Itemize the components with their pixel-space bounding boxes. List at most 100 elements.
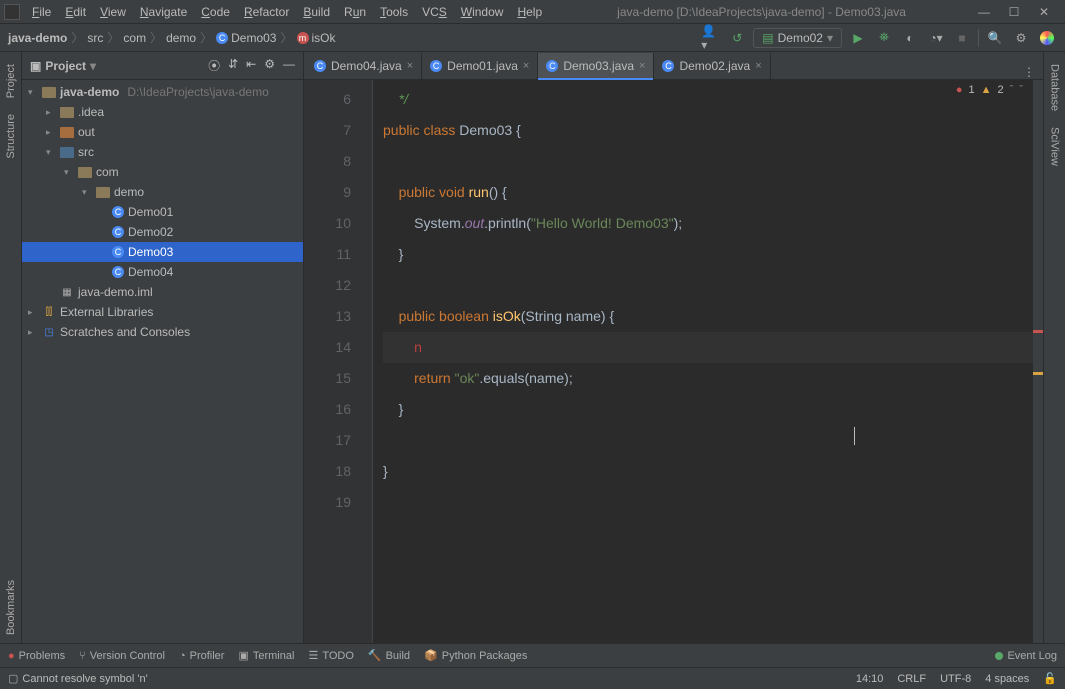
class-icon: C — [314, 60, 326, 72]
close-icon[interactable]: × — [407, 60, 413, 72]
tab-demo03[interactable]: CDemo03.java× — [538, 53, 654, 79]
menu-vcs[interactable]: VCS — [416, 3, 453, 21]
add-user-icon[interactable]: 👤▾ — [701, 28, 721, 48]
tree-scratches[interactable]: ▸◳Scratches and Consoles — [22, 322, 303, 342]
close-icon[interactable]: × — [523, 60, 529, 72]
todo-tab[interactable]: ☰TODO — [308, 649, 353, 662]
profile-button[interactable]: ◔▾ — [926, 28, 946, 48]
code-content[interactable]: */public class Demo03 { public void run(… — [373, 80, 1033, 643]
menu-build[interactable]: Build — [297, 3, 336, 21]
menu-run[interactable]: Run — [338, 3, 372, 21]
tab-demo04[interactable]: CDemo04.java× — [306, 53, 422, 79]
select-opened-icon[interactable]: ⦿ — [208, 57, 220, 74]
tree-com[interactable]: ▾com — [22, 162, 303, 182]
fold-gutter[interactable] — [359, 80, 373, 643]
menu-code[interactable]: Code — [195, 3, 236, 21]
project-tree[interactable]: ▾ java-demoD:\IdeaProjects\java-demo ▸.i… — [22, 80, 303, 643]
crumb-class[interactable]: CDemo03 — [216, 31, 276, 45]
menu-tools[interactable]: Tools — [374, 3, 414, 21]
database-tool-tab[interactable]: Database — [1047, 56, 1063, 119]
package-icon: 📦 — [424, 649, 438, 662]
menu-file[interactable]: File — [26, 3, 57, 21]
menu-help[interactable]: Help — [511, 3, 548, 21]
build-tab[interactable]: 🔨Build — [368, 649, 410, 662]
terminal-tab[interactable]: ▣Terminal — [238, 649, 294, 662]
tree-iml[interactable]: ▦java-demo.iml — [22, 282, 303, 302]
tree-idea[interactable]: ▸.idea — [22, 102, 303, 122]
method-icon: m — [297, 32, 309, 44]
statusbar: ▢ Cannot resolve symbol 'n' 14:10 CRLF U… — [0, 667, 1065, 689]
menu-refactor[interactable]: Refactor — [238, 3, 295, 21]
search-icon[interactable]: 🔍 — [985, 28, 1005, 48]
panel-settings-icon[interactable]: ⚙ — [264, 57, 275, 74]
tree-ext-lib[interactable]: ▸⫿⫿External Libraries — [22, 302, 303, 322]
close-icon[interactable]: × — [755, 60, 761, 72]
expand-all-icon[interactable]: ⇵ — [228, 57, 238, 74]
python-packages-tab[interactable]: 📦Python Packages — [424, 649, 527, 662]
sciview-tool-tab[interactable]: SciView — [1047, 119, 1063, 174]
profiler-tab[interactable]: ◔Profiler — [179, 650, 225, 662]
tree-src[interactable]: ▾src — [22, 142, 303, 162]
class-icon: C — [112, 266, 124, 278]
event-log-tab[interactable]: Event Log — [995, 650, 1057, 662]
tree-file-demo02[interactable]: CDemo02 — [22, 222, 303, 242]
crumb-com[interactable]: com — [123, 31, 146, 45]
run-button[interactable]: ▶ — [848, 28, 868, 48]
settings-icon[interactable]: ⚙ — [1011, 28, 1031, 48]
crumb-method[interactable]: misOk — [297, 31, 336, 45]
hammer-icon: 🔨 — [368, 649, 382, 662]
close-button[interactable]: ✕ — [1035, 5, 1053, 19]
coverage-button[interactable]: ◐ — [900, 28, 920, 48]
tab-demo01[interactable]: CDemo01.java× — [422, 53, 538, 79]
tree-demo[interactable]: ▾demo — [22, 182, 303, 202]
vcs-tab[interactable]: ⑂Version Control — [79, 650, 165, 662]
profiler-icon: ◔ — [179, 650, 186, 662]
caret-position[interactable]: 14:10 — [856, 673, 884, 685]
project-panel: ▣ Project ▾ ⦿ ⇵ ⇤ ⚙ ― ▾ java-demoD:\Idea… — [22, 52, 304, 643]
line-gutter[interactable]: 678910111213141516171819 — [304, 80, 359, 643]
stop-button[interactable]: ■ — [952, 28, 972, 48]
error-stripe[interactable] — [1033, 80, 1043, 643]
tree-file-demo04[interactable]: CDemo04 — [22, 262, 303, 282]
warning-icon: ▲ — [981, 84, 992, 96]
structure-tool-tab[interactable]: Structure — [3, 106, 19, 167]
line-separator[interactable]: CRLF — [897, 673, 926, 685]
project-icon: ▣ — [30, 59, 41, 73]
close-icon[interactable]: × — [639, 60, 645, 72]
tree-out[interactable]: ▸out — [22, 122, 303, 142]
window-title: java-demo [D:\IdeaProjects\java-demo] - … — [548, 5, 975, 19]
debug-button[interactable]: ⛯ — [874, 28, 894, 48]
menu-navigate[interactable]: Navigate — [134, 3, 193, 21]
collapse-all-icon[interactable]: ⇤ — [246, 57, 256, 74]
error-icon: ● — [956, 84, 963, 96]
bookmarks-tool-tab[interactable]: Bookmarks — [3, 572, 19, 643]
menu-window[interactable]: Window — [455, 3, 510, 21]
status-message[interactable]: ▢ Cannot resolve symbol 'n' — [8, 672, 148, 685]
tab-demo02[interactable]: CDemo02.java× — [654, 53, 770, 79]
crumb-src[interactable]: src — [87, 31, 103, 45]
tree-file-demo03[interactable]: CDemo03 — [22, 242, 303, 262]
hide-panel-icon[interactable]: ― — [283, 57, 295, 74]
crumb-project[interactable]: java-demo — [8, 31, 67, 45]
tree-root[interactable]: ▾ java-demoD:\IdeaProjects\java-demo — [22, 82, 303, 102]
tree-file-demo01[interactable]: CDemo01 — [22, 202, 303, 222]
crumb-demo[interactable]: demo — [166, 31, 196, 45]
minimize-button[interactable]: ― — [975, 5, 993, 19]
plugin-icon[interactable] — [1037, 28, 1057, 48]
maximize-button[interactable]: ☐ — [1005, 5, 1023, 19]
menu-edit[interactable]: Edit — [59, 3, 92, 21]
problems-tab[interactable]: ●Problems — [8, 650, 65, 662]
tab-more-icon[interactable]: ⋮ — [1015, 65, 1043, 79]
inspection-widget[interactable]: ●1 ▲2 ˆˇ — [956, 84, 1023, 96]
project-view-selector[interactable]: ▣ Project ▾ — [30, 59, 96, 73]
recompile-icon[interactable]: ↺ — [727, 28, 747, 48]
file-encoding[interactable]: UTF-8 — [940, 673, 971, 685]
tool-windows-icon[interactable]: ▢ — [8, 672, 18, 685]
class-icon: C — [216, 32, 228, 44]
project-tool-tab[interactable]: Project — [3, 56, 19, 106]
indent-info[interactable]: 4 spaces — [985, 673, 1029, 685]
run-config-selector[interactable]: ▤ Demo02 ▾ — [753, 28, 842, 48]
code-editor[interactable]: 678910111213141516171819 */public class … — [304, 80, 1043, 643]
menu-view[interactable]: View — [94, 3, 132, 21]
lock-icon[interactable]: 🔓 — [1043, 672, 1057, 685]
